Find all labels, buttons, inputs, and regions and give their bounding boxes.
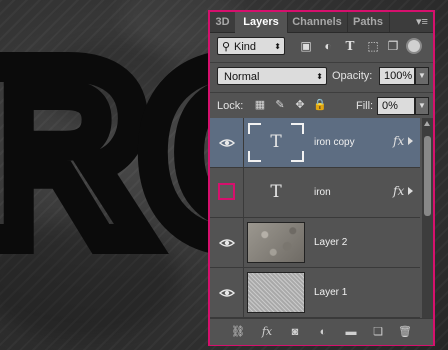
add-mask-icon[interactable]: ◙ [287, 324, 303, 340]
delete-layer-icon[interactable]: 🗑 [397, 324, 413, 340]
lock-row: Lock: ▦ ✎ ✥ 🔒 Fill: 0% ▼ [210, 92, 433, 119]
filter-toggle-switch[interactable] [406, 38, 422, 54]
tab-layers[interactable]: Layers [235, 12, 288, 33]
type-filter-icon[interactable]: T [343, 39, 357, 53]
lock-position-icon[interactable]: ✥ [293, 98, 307, 112]
layers-list: T iron copy fx T iron fx Layer 2 Layer 1 [210, 118, 420, 318]
column-divider [243, 218, 244, 267]
layer-thumbnail-pattern[interactable] [247, 272, 305, 313]
add-layer-style-icon[interactable]: fx [259, 324, 275, 340]
eye-icon[interactable] [219, 285, 235, 301]
lock-transparent-pixels-icon[interactable]: ▦ [253, 98, 267, 112]
fx-icon[interactable]: fx [393, 184, 404, 198]
blend-mode-value: Normal [224, 71, 260, 83]
panel-bottom-toolbar: ⛓ fx ◙ ◐ ▬ ❏ 🗑 [210, 318, 433, 345]
filter-row: ⚲ Kind ⬍ ▣ ◐ T ⬚ ❐ [210, 34, 433, 58]
layer-thumbnail[interactable]: T [247, 122, 305, 163]
lock-image-pixels-icon[interactable]: ✎ [273, 98, 287, 112]
layer-row-iron-copy[interactable]: T iron copy fx [210, 118, 420, 168]
tab-channels[interactable]: Channels [287, 12, 348, 32]
lock-all-icon[interactable]: 🔒 [313, 98, 327, 112]
column-divider [243, 168, 244, 217]
eye-icon[interactable] [219, 235, 235, 251]
column-divider [243, 268, 244, 317]
layers-scrollbar[interactable] [422, 118, 433, 318]
lock-label: Lock: [217, 100, 244, 112]
layers-panel: 3D Layers Channels Paths ▾≡ ⚲ Kind ⬍ ▣ ◐… [208, 10, 435, 346]
visibility-toggle-hidden[interactable] [218, 183, 235, 200]
expand-effects-arrow-icon[interactable] [408, 137, 413, 145]
search-icon: ⚲ [222, 41, 231, 53]
new-layer-icon[interactable]: ❏ [370, 324, 386, 340]
smart-object-filter-icon[interactable]: ❐ [386, 39, 400, 53]
filter-kind-select[interactable]: ⚲ Kind ⬍ [217, 37, 285, 55]
opacity-label: Opacity: [332, 70, 373, 82]
new-group-icon[interactable]: ▬ [343, 324, 359, 340]
layer-row-layer-2[interactable]: Layer 2 [210, 218, 420, 268]
layer-name[interactable]: iron [314, 168, 331, 217]
panel-menu-icon[interactable]: ▾≡ [415, 15, 429, 29]
tab-paths[interactable]: Paths [347, 12, 390, 32]
new-adjustment-layer-icon[interactable]: ◐ [315, 324, 331, 340]
layer-name[interactable]: Layer 1 [314, 268, 347, 317]
column-divider [243, 118, 244, 167]
layer-name[interactable]: Layer 2 [314, 218, 347, 267]
scrollbar-thumb[interactable] [424, 136, 431, 216]
kind-label: Kind [234, 41, 257, 53]
shape-filter-icon[interactable]: ⬚ [366, 39, 380, 53]
link-layers-icon[interactable]: ⛓ [230, 324, 246, 340]
pixel-filter-icon[interactable]: ▣ [299, 39, 313, 53]
layer-row-iron[interactable]: T iron fx [210, 168, 420, 218]
scroll-up-arrow-icon[interactable] [424, 121, 430, 126]
tab-3d[interactable]: 3D [210, 12, 236, 32]
eye-icon[interactable] [219, 135, 235, 151]
fill-label: Fill: [356, 100, 374, 112]
select-arrows-icon: ⬍ [316, 72, 323, 81]
expand-effects-arrow-icon[interactable] [408, 187, 413, 195]
selection-corners-icon [248, 123, 304, 162]
fill-input[interactable]: 0% [377, 97, 415, 115]
layer-name[interactable]: iron copy [314, 118, 355, 167]
adjustment-filter-icon[interactable]: ◐ [321, 39, 335, 53]
select-arrows-icon: ⬍ [274, 42, 281, 51]
blend-mode-select[interactable]: Normal ⬍ [217, 67, 327, 85]
layer-thumbnail-stone[interactable] [247, 222, 305, 263]
blend-row: Normal ⬍ Opacity: 100% ▼ [210, 62, 433, 89]
opacity-dropdown-button[interactable]: ▼ [415, 67, 429, 85]
opacity-input[interactable]: 100% [379, 67, 415, 85]
fx-icon[interactable]: fx [393, 134, 404, 148]
text-layer-icon: T [270, 182, 282, 202]
fill-dropdown-button[interactable]: ▼ [415, 97, 429, 115]
layer-thumbnail[interactable]: T [247, 172, 305, 213]
panel-tab-bar: 3D Layers Channels Paths ▾≡ [210, 12, 433, 33]
layer-row-layer-1[interactable]: Layer 1 [210, 268, 420, 318]
